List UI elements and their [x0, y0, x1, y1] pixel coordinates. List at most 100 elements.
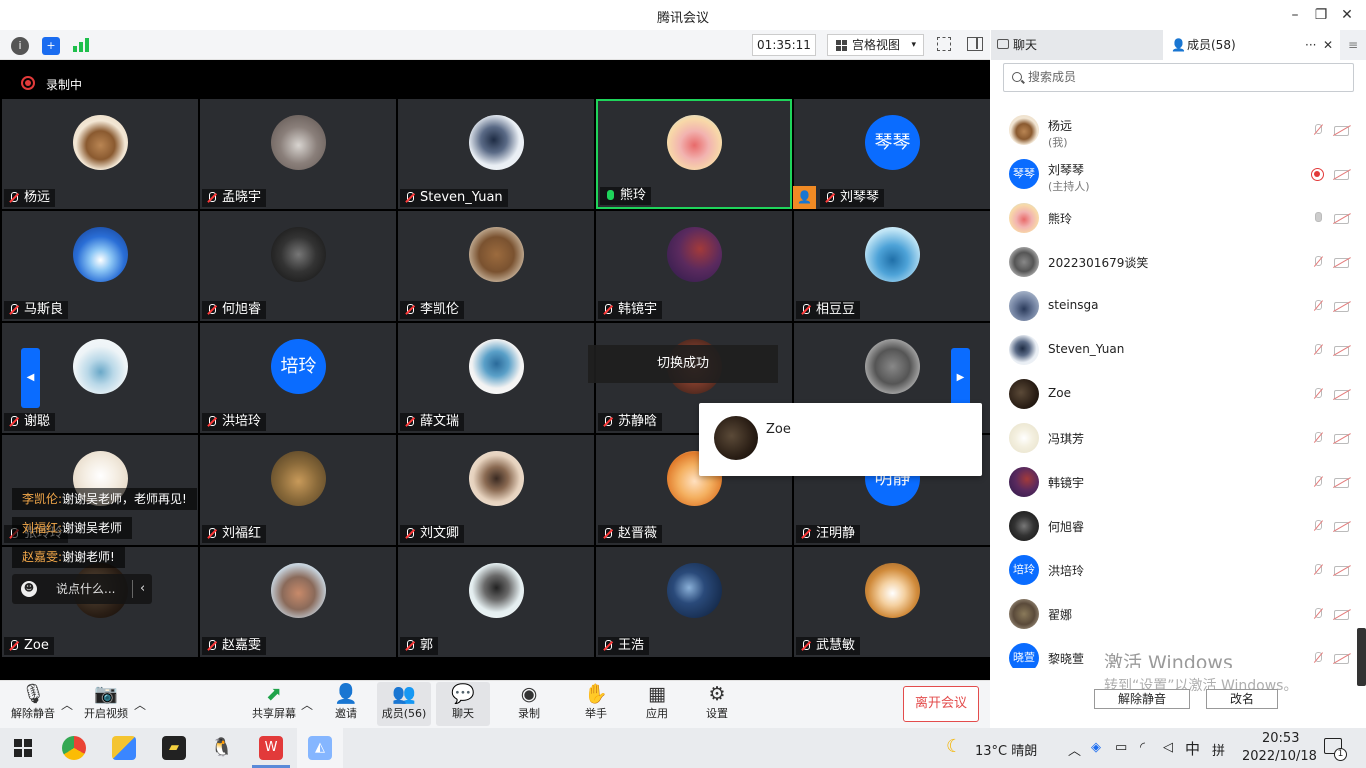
rename-button[interactable]: 改名 — [1206, 689, 1278, 709]
scrollbar[interactable] — [1357, 628, 1366, 686]
video-tile[interactable]: 韩镜宇 — [596, 211, 792, 321]
app-icon[interactable] — [112, 736, 136, 760]
close-panel-icon[interactable]: ✕ — [1323, 30, 1333, 60]
mic-muted-icon[interactable] — [1313, 432, 1323, 445]
wifi-icon[interactable]: ◜ — [1140, 740, 1145, 755]
mic-muted-icon[interactable] — [1313, 608, 1323, 621]
video-tile[interactable]: 琴琴 刘琴琴 — [794, 99, 990, 209]
clock-time[interactable]: 20:53 — [1262, 731, 1299, 746]
camera-off-icon[interactable] — [1334, 346, 1349, 356]
camera-off-icon[interactable] — [1334, 478, 1349, 488]
video-options-chevron-icon[interactable]: ︿ — [134, 696, 146, 713]
member-row[interactable]: 2022301679谈笑 — [991, 240, 1357, 284]
video-tile[interactable]: 刘福红 — [200, 435, 396, 545]
tab-members[interactable]: 👤 成员(58) ··· ✕ — [1163, 30, 1340, 60]
member-row[interactable]: steinsga — [991, 284, 1357, 328]
member-row[interactable]: Zoe — [991, 372, 1357, 416]
member-row[interactable]: 何旭睿 — [991, 504, 1357, 548]
camera-off-icon[interactable] — [1334, 654, 1349, 664]
battery-icon[interactable]: ▭ — [1115, 740, 1127, 755]
sidebar-toggle-icon[interactable] — [967, 37, 983, 51]
apps-button[interactable]: ▦ 应用 — [637, 682, 677, 726]
member-row[interactable]: Steven_Yuan — [991, 328, 1357, 372]
chat-input[interactable]: ☻ 说点什么... ‹ — [12, 574, 152, 604]
next-page-button[interactable]: ▶ — [951, 348, 970, 408]
mic-muted-icon[interactable] — [1313, 652, 1323, 665]
member-row[interactable]: 冯琪芳 — [991, 416, 1357, 460]
camera-off-icon[interactable] — [1334, 522, 1349, 532]
qq-icon[interactable]: 🐧 — [210, 736, 234, 760]
share-screen-button[interactable]: ⬈ 共享屏幕 — [248, 682, 300, 726]
video-tile[interactable]: 薛文瑞 — [398, 323, 594, 433]
collapse-chat-icon[interactable]: ‹ — [140, 574, 145, 604]
windows-start-icon[interactable] — [14, 739, 32, 757]
prev-page-button[interactable]: ◀ — [21, 348, 40, 408]
minimize-button[interactable]: – — [1284, 4, 1306, 26]
show-hidden-icons-chevron-icon[interactable]: ︿ — [1068, 740, 1081, 759]
unmute-button[interactable]: 🎙 解除静音 — [8, 682, 58, 726]
record-button[interactable]: ◉ 录制 — [509, 682, 549, 726]
audio-options-chevron-icon[interactable]: ︿ — [61, 696, 73, 713]
video-tile[interactable]: 孟晓宇 — [200, 99, 396, 209]
video-tile[interactable]: 李凯伦 — [398, 211, 594, 321]
mic-muted-icon[interactable] — [1313, 124, 1323, 137]
video-tile[interactable]: 武慧敏 — [794, 547, 990, 657]
participant-popup[interactable]: Zoe — [699, 403, 982, 476]
member-row[interactable]: 杨远 (我) — [991, 108, 1357, 152]
video-tile[interactable]: Steven_Yuan — [398, 99, 594, 209]
member-row[interactable]: 韩镜宇 — [991, 460, 1357, 504]
member-search-input[interactable]: 搜索成员 — [1003, 63, 1354, 92]
video-tile[interactable]: 王浩 — [596, 547, 792, 657]
camera-off-icon[interactable] — [1334, 390, 1349, 400]
video-tile[interactable]: 熊玲 — [596, 99, 792, 209]
video-tile[interactable]: 培玲 洪培玲 — [200, 323, 396, 433]
video-tile[interactable]: 杨远 — [2, 99, 198, 209]
mic-muted-icon[interactable] — [1313, 256, 1323, 269]
chrome-icon[interactable] — [62, 736, 86, 760]
recording-icon[interactable] — [1311, 168, 1324, 181]
share-options-chevron-icon[interactable]: ︿ — [301, 696, 313, 713]
info-icon[interactable]: i — [11, 37, 29, 55]
video-tile[interactable]: 何旭睿 — [200, 211, 396, 321]
video-tile[interactable]: 相豆豆 — [794, 211, 990, 321]
mic-muted-icon[interactable] — [1313, 476, 1323, 489]
member-row[interactable]: 熊玲 — [991, 196, 1357, 240]
mic-muted-icon[interactable] — [1313, 300, 1323, 313]
camera-off-icon[interactable] — [1334, 566, 1349, 576]
security-shield-icon[interactable]: + — [42, 37, 60, 55]
chat-button[interactable]: 💬 聊天 — [436, 682, 490, 726]
weather-text[interactable]: 13°C 晴朗 — [975, 740, 1037, 759]
member-row[interactable]: 琴琴 刘琴琴 (主持人) — [991, 152, 1357, 196]
video-tile[interactable]: 刘文卿 — [398, 435, 594, 545]
invite-button[interactable]: 👤 邀请 — [326, 682, 366, 726]
mic-icon[interactable] — [1313, 212, 1323, 225]
mic-muted-icon[interactable] — [1313, 388, 1323, 401]
mic-muted-icon[interactable] — [1313, 520, 1323, 533]
signal-icon[interactable] — [73, 38, 91, 52]
mic-muted-icon[interactable] — [1313, 344, 1323, 357]
ime-mode[interactable]: 中 — [1185, 738, 1200, 759]
video-tile[interactable]: 马斯良 — [2, 211, 198, 321]
camera-off-icon[interactable] — [1334, 126, 1349, 136]
emoji-icon[interactable]: ☻ — [21, 581, 37, 597]
panel-menu-icon[interactable]: ≡ — [1340, 30, 1366, 60]
clock-date[interactable]: 2022/10/18 — [1242, 749, 1317, 764]
member-row[interactable]: 翟娜 — [991, 592, 1357, 636]
mic-muted-icon[interactable] — [1313, 564, 1323, 577]
sticky-notes-icon[interactable]: ▰ — [162, 736, 186, 760]
camera-off-icon[interactable] — [1334, 434, 1349, 444]
restore-button[interactable]: ❐ — [1310, 4, 1332, 26]
weather-moon-icon[interactable]: ☾ — [946, 736, 962, 757]
members-button[interactable]: 👥 成员(56) — [377, 682, 431, 726]
camera-off-icon[interactable] — [1334, 170, 1349, 180]
tab-chat[interactable]: 聊天 — [991, 30, 1163, 60]
unmute-all-button[interactable]: 解除静音 — [1094, 689, 1190, 709]
camera-off-icon[interactable] — [1334, 610, 1349, 620]
leave-meeting-button[interactable]: 离开会议 — [903, 686, 979, 722]
member-row[interactable]: 培玲 洪培玲 — [991, 548, 1357, 592]
more-options-icon[interactable]: ··· — [1305, 30, 1316, 60]
video-tile[interactable]: 赵嘉雯 — [200, 547, 396, 657]
video-tile[interactable]: 郭 — [398, 547, 594, 657]
ime-pinyin[interactable]: 拼 — [1212, 740, 1225, 759]
camera-off-icon[interactable] — [1334, 214, 1349, 224]
